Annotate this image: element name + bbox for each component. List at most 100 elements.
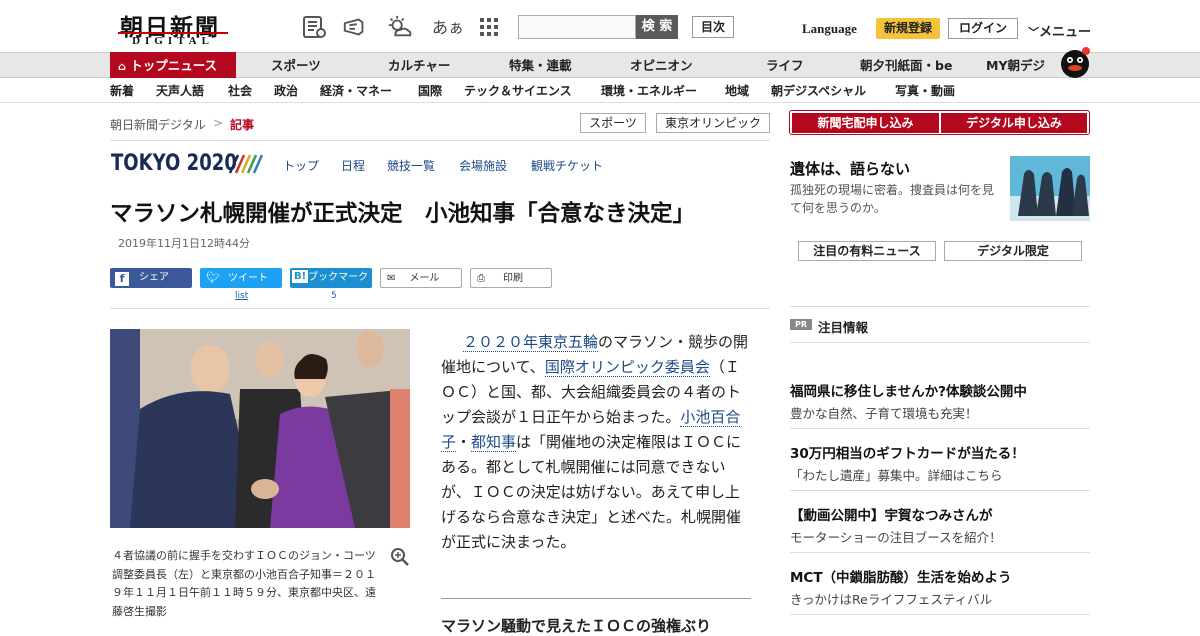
subnav-tech[interactable]: テック＆サイエンス	[464, 82, 572, 99]
pr-item-description: 豊かな自然、子育て環境も充実！	[790, 406, 978, 421]
twitter-count[interactable]: list	[235, 291, 248, 301]
nav-item-opinion[interactable]: オピニオン	[630, 53, 693, 79]
pr-item-description: モーターショーの注目ブースを紹介！	[790, 530, 1002, 545]
register-button[interactable]: 新規登録	[876, 18, 940, 39]
feature-description: 孤独死の現場に密着。捜査員は何を見て何を思うのか。	[790, 183, 995, 215]
weather-icon[interactable]	[386, 14, 412, 40]
divider	[790, 428, 1090, 429]
breadcrumb-home[interactable]: 朝日新聞デジタル	[110, 116, 206, 133]
nav-item-top-news[interactable]: ⌂ トップニュース	[110, 52, 236, 79]
subnav-international[interactable]: 国際	[418, 82, 442, 99]
tag-sports[interactable]: スポーツ	[580, 113, 646, 133]
divider	[790, 614, 1090, 615]
newspaper-icon[interactable]	[301, 14, 327, 40]
subscribe-digital-button[interactable]: デジタル申し込み	[941, 113, 1087, 133]
link-ioc[interactable]: 国際オリンピック委員会	[544, 358, 710, 377]
tokyo-nav-venues[interactable]: 会場施設	[459, 157, 507, 174]
tokyo-nav-schedule[interactable]: 日程	[341, 157, 365, 174]
divider	[790, 342, 1090, 343]
related-article-link[interactable]: マラソン騒動で見えたＩＯＣの強権ぶり	[441, 615, 711, 636]
article-date: 2019年11月1日12時44分	[118, 237, 250, 250]
feature-illustration	[1010, 156, 1090, 221]
menu-button[interactable]: ﹀メニュー	[1028, 21, 1091, 40]
mail-label: メール	[409, 273, 440, 284]
article-body: ２０２０年東京五輪のマラソン・競歩の開催地について、国際オリンピック委員会（ＩＯ…	[441, 330, 753, 555]
photo-illustration	[110, 329, 410, 528]
breadcrumb-current: 記事	[230, 118, 255, 132]
subnav-new[interactable]: 新着	[110, 82, 134, 99]
print-icon: ⎙	[477, 273, 485, 284]
zoom-icon[interactable]	[390, 547, 410, 567]
logo-digital[interactable]: DIGITAL	[118, 32, 228, 47]
subnav-society[interactable]: 社会	[228, 82, 252, 99]
pr-item-description: 「わたし遺産」募集中。詳細はこちら	[790, 468, 1003, 483]
nav-item-label: トップニュース	[130, 58, 218, 73]
login-button[interactable]: ログイン	[948, 18, 1018, 39]
article-photo[interactable]	[110, 329, 410, 528]
link-governor[interactable]: 都知事	[471, 433, 517, 452]
megaphone-icon[interactable]	[342, 14, 368, 40]
link-tokyo-2020[interactable]: ２０２０年東京五輪	[463, 333, 599, 352]
breadcrumb-separator: >	[213, 116, 224, 130]
index-button[interactable]: 目次	[692, 16, 734, 38]
subnav-politics[interactable]: 政治	[274, 82, 298, 99]
language-link[interactable]: Language	[802, 21, 857, 37]
tag-tokyo-olympics[interactable]: 東京オリンピック	[656, 113, 770, 133]
tab-digital-only[interactable]: デジタル限定	[944, 241, 1082, 261]
body-text: ・	[456, 433, 472, 451]
feature-title[interactable]: 遺体は、語らない	[790, 158, 910, 179]
divider	[790, 490, 1090, 491]
mail-button[interactable]: ✉ メール	[380, 268, 462, 288]
site-header: 朝日新聞 DIGITAL あぁ 検 索 目次 Language 新規登録 ログイ…	[0, 0, 1200, 52]
twitter-share-button[interactable]: 🐦︎ ツイート	[200, 268, 282, 288]
pr-badge: PR	[790, 319, 812, 330]
text-size-icon[interactable]: あぁ	[432, 14, 464, 38]
print-label: 印刷	[503, 273, 523, 284]
subnav-economy[interactable]: 経済・マネー	[320, 82, 392, 99]
hatena-bookmark-button[interactable]: B! ブックマーク	[290, 268, 372, 288]
twitter-share-label: ツイート	[227, 273, 268, 284]
pr-item-title[interactable]: 福岡県に移住しませんか?体験談公開中	[790, 380, 1027, 400]
subnav-tensei[interactable]: 天声人語	[156, 82, 204, 99]
nav-item-sports[interactable]: スポーツ	[271, 53, 321, 79]
subnav-environment[interactable]: 環境・エネルギー	[601, 82, 697, 99]
divider	[110, 140, 770, 141]
hatena-icon: B!	[292, 270, 309, 283]
print-button[interactable]: ⎙ 印刷	[470, 268, 552, 288]
nav-item-features[interactable]: 特集・連載	[509, 53, 572, 79]
hatena-label: ブックマーク	[308, 272, 369, 283]
sub-nav: 新着 天声人語 社会 政治 経済・マネー 国際 テック＆サイエンス 環境・エネル…	[0, 78, 1200, 103]
tokyo-2020-logo[interactable]: TOKYO 2020	[111, 151, 237, 176]
nav-item-life[interactable]: ライフ	[766, 53, 804, 79]
divider	[790, 552, 1090, 553]
search-button[interactable]: 検 索	[636, 15, 678, 39]
nav-item-my[interactable]: MY朝デジ	[986, 53, 1045, 79]
subscribe-paper-button[interactable]: 新聞宅配申し込み	[792, 113, 939, 133]
pr-item-title[interactable]: 【動画公開中】宇賀なつみさんが	[790, 504, 993, 524]
search-input[interactable]	[518, 15, 636, 39]
menu-label: メニュー	[1039, 25, 1092, 40]
tokyo-stripes-icon	[228, 154, 264, 174]
pr-item-description: きっかけはReライフフェスティバル	[790, 592, 993, 607]
tokyo-nav-tickets[interactable]: 観戦チケット	[531, 157, 603, 174]
chevron-down-icon: ﹀	[1028, 26, 1039, 39]
tab-paid-news[interactable]: 注目の有料ニュース	[798, 241, 936, 261]
nav-item-paper[interactable]: 朝夕刊紙面・be	[860, 53, 952, 79]
article-headline: マラソン札幌開催が正式決定 小池知事「合意なき決定」	[110, 201, 696, 227]
grid-menu-icon[interactable]	[478, 16, 500, 38]
tokyo-nav-top[interactable]: トップ	[283, 157, 319, 174]
feature-image[interactable]	[1010, 156, 1090, 221]
tokyo-nav-events[interactable]: 競技一覧	[387, 157, 435, 174]
nav-item-culture[interactable]: カルチャー	[388, 53, 450, 79]
hatena-count[interactable]: 5	[331, 291, 337, 301]
pr-item-title[interactable]: 30万円相当のギフトカードが当たる！	[790, 442, 1025, 462]
facebook-icon: f	[115, 272, 129, 286]
facebook-share-button[interactable]: f シェア	[110, 268, 192, 288]
home-icon: ⌂	[118, 60, 126, 73]
subnav-photo[interactable]: 写真・動画	[895, 82, 955, 99]
subnav-region[interactable]: 地域	[725, 82, 749, 99]
mascot-icon[interactable]	[1058, 45, 1092, 79]
pr-item-title[interactable]: MCT（中鎖脂肪酸）生活を始めよう	[790, 566, 1012, 586]
facebook-share-label: シェア	[139, 272, 169, 283]
subnav-special[interactable]: 朝デジスペシャル	[771, 82, 866, 99]
